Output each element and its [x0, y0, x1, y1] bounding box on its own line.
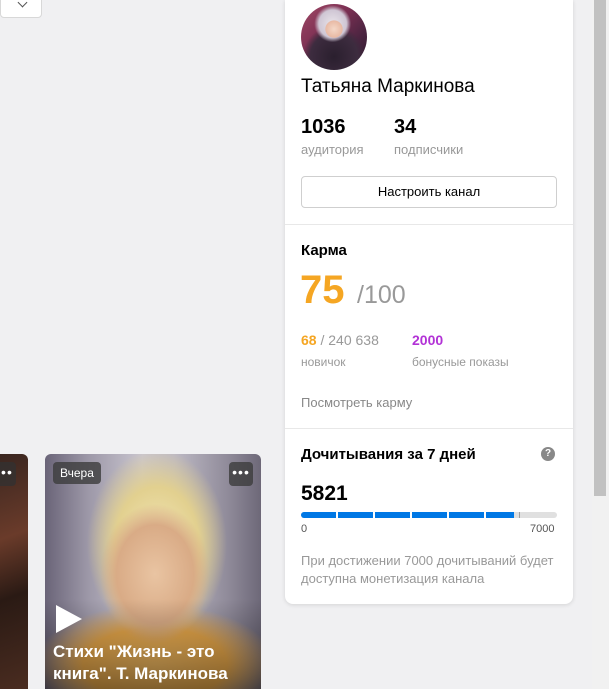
- bonus-impressions-label: бонусные показы: [412, 355, 509, 369]
- view-karma-link[interactable]: Посмотреть карму: [301, 395, 412, 410]
- progress-segment: [336, 512, 338, 518]
- reads-progress-fill: [301, 512, 514, 518]
- progress-max-label: 7000: [530, 523, 555, 535]
- karma-value: 75: [300, 268, 345, 312]
- help-icon[interactable]: ?: [541, 447, 555, 461]
- progress-segment: [410, 512, 412, 518]
- more-icon[interactable]: •••: [0, 462, 16, 486]
- karma-heading: Карма: [301, 242, 347, 259]
- karma-rank-total: / 240 638: [316, 332, 379, 348]
- progress-segment: [447, 512, 449, 518]
- progress-min-label: 0: [301, 523, 308, 535]
- more-icon[interactable]: •••: [229, 462, 253, 486]
- feed-area: ••• Вчера ••• Стихи "Жизнь - это книга".…: [0, 0, 288, 689]
- progress-marker: [519, 512, 520, 518]
- bonus-impressions-value: 2000: [412, 332, 444, 348]
- karma-rank-value: 68: [301, 332, 317, 348]
- sort-dropdown[interactable]: [0, 0, 42, 18]
- subscriptions-label: подписчики: [394, 142, 464, 157]
- scrollbar-thumb[interactable]: [594, 0, 606, 496]
- karma-max: /100: [357, 281, 406, 309]
- karma-rank: 68 / 240 638: [301, 332, 379, 348]
- chevron-down-icon: [17, 0, 28, 8]
- channel-name[interactable]: Татьяна Маркинова: [301, 76, 475, 98]
- card-title[interactable]: Стихи "Жизнь - это книга". Т. Маркинова: [53, 641, 253, 685]
- subscriptions-count: 34: [394, 116, 417, 138]
- monetization-note: При достижении 7000 дочитываний будет до…: [301, 553, 554, 586]
- audience-label: аудитория: [301, 142, 364, 157]
- card-date-badge: Вчера: [53, 462, 101, 484]
- reads-progress-bar: [301, 512, 557, 518]
- audience-count: 1036: [301, 116, 346, 138]
- play-icon[interactable]: [56, 605, 82, 633]
- progress-segment: [373, 512, 375, 518]
- divider: [285, 224, 573, 225]
- setup-channel-button[interactable]: Настроить канал: [301, 176, 557, 208]
- feed-card-previous[interactable]: •••: [0, 454, 28, 689]
- reads-value: 5821: [301, 482, 348, 505]
- channel-sidebar: Татьяна Маркинова 1036 аудитория 34 подп…: [285, 0, 573, 604]
- feed-card-video[interactable]: Вчера ••• Стихи "Жизнь - это книга". Т. …: [45, 454, 261, 689]
- divider: [285, 428, 573, 429]
- reads-heading: Дочитывания за 7 дней: [301, 446, 476, 463]
- karma-rank-label: новичок: [301, 355, 346, 369]
- progress-segment: [484, 512, 486, 518]
- avatar[interactable]: [301, 4, 367, 70]
